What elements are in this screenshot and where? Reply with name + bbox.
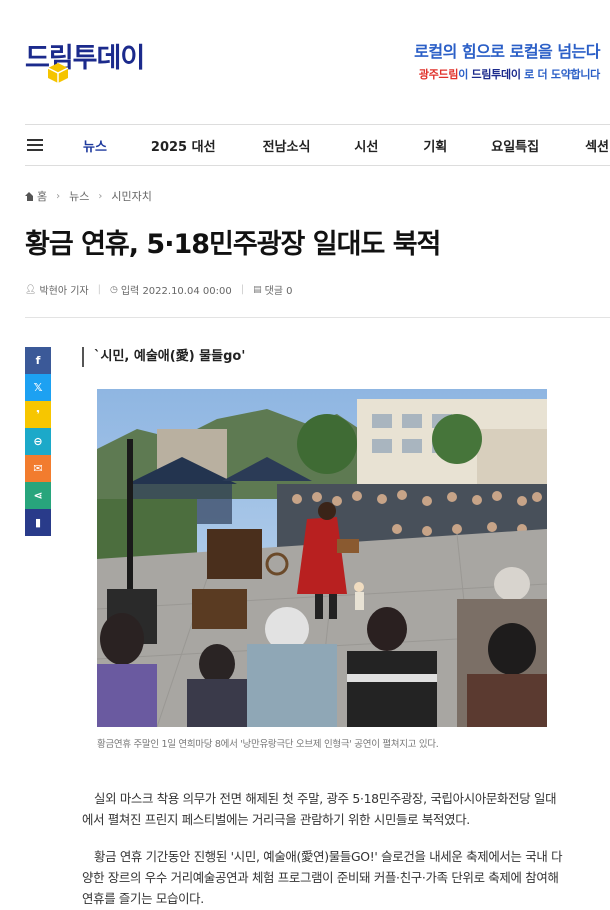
slogan-brand-new: 드림투데이	[471, 68, 521, 81]
article-paragraph: 실외 마스크 착용 의무가 전면 해제된 첫 주말, 광주 5·18민주광장, …	[82, 791, 557, 827]
slogan-tail: 로 더 도약합니다	[520, 68, 600, 81]
slogan-brand-old: 광주드림	[418, 68, 459, 81]
home-icon	[25, 191, 34, 201]
kakao-story-icon[interactable]: ❜	[25, 401, 51, 428]
article-comments[interactable]: 댓글 0	[265, 282, 293, 297]
street-performance-photo	[97, 389, 547, 727]
share-icon[interactable]: ⋖	[25, 482, 51, 509]
email-icon[interactable]: ✉	[25, 455, 51, 482]
photo-caption: 황금연휴 주말인 1일 연희마당 8에서 '낭만유랑극단 오브제 인형극' 공연…	[97, 739, 439, 750]
header-slogan: 로컬의 힘으로 로컬을 넘는다 광주드림이 드림투데이 로 더 도약합니다	[414, 38, 600, 82]
breadcrumb: 홈 › 뉴스 › 시민자치	[25, 188, 152, 204]
breadcrumb-home[interactable]: 홈	[37, 188, 47, 204]
breadcrumb-news[interactable]: 뉴스	[69, 188, 89, 204]
site-logo[interactable]: 드림투데이	[25, 36, 145, 83]
divider	[25, 317, 610, 318]
breadcrumb-civic[interactable]: 시민자치	[111, 188, 151, 204]
chevron-right-icon: ›	[56, 190, 61, 202]
nav-item-view[interactable]: 시선	[354, 136, 378, 155]
article-title: 황금 연휴, 5·18민주광장 일대도 북적	[25, 229, 441, 260]
nav-item-section[interactable]: 섹션	[585, 136, 609, 155]
meta-divider: |	[97, 284, 101, 295]
bookmark-icon[interactable]: ▮	[25, 509, 51, 536]
clock-icon: ◷	[110, 284, 118, 295]
slogan-line-1: 로컬의 힘으로 로컬을 넘는다	[414, 42, 600, 61]
nav-item-news[interactable]: 뉴스	[83, 136, 107, 155]
nav-item-jeonnam[interactable]: 전남소식	[263, 136, 311, 155]
nav-item-feature[interactable]: 기획	[423, 136, 447, 155]
meta-divider: |	[240, 284, 245, 295]
main-nav: 뉴스 2025 대선 전남소식 시선 기획 요일특집 섹션	[25, 124, 610, 166]
nav-item-election[interactable]: 2025 대선	[151, 136, 216, 155]
logo-text: 드림투데이	[25, 43, 145, 74]
menu-icon[interactable]	[27, 139, 43, 151]
article-paragraph: 황금 연휴 기간동안 진행된 '시민, 예술애(愛연)물들GO!' 슬로건을 내…	[82, 849, 563, 906]
logo-cube-icon	[47, 63, 69, 83]
comment-icon: ▤	[253, 284, 262, 295]
article-author[interactable]: 박현아 기자	[39, 282, 88, 297]
link-icon[interactable]: ⊖	[25, 428, 51, 455]
slogan-connector: 이	[458, 68, 472, 81]
article-subtitle: `시민, 예술애(愛) 물들go'	[82, 347, 245, 367]
article-meta: 👤︎ 박현아 기자 | ◷ 입력 2022.10.04 00:00 | ▤ 댓글…	[25, 282, 293, 297]
share-bar: f 𝕏 ❜ ⊖ ✉ ⋖ ▮	[25, 347, 51, 536]
x-twitter-icon[interactable]: 𝕏	[25, 374, 51, 401]
user-icon: 👤︎	[25, 284, 37, 295]
facebook-icon[interactable]: f	[25, 347, 51, 374]
article-photo[interactable]	[97, 389, 547, 727]
article-date: 입력 2022.10.04 00:00	[120, 286, 232, 297]
nav-item-weekday-special[interactable]: 요일특집	[491, 136, 539, 155]
chevron-right-icon: ›	[98, 190, 103, 202]
slogan-line-2: 광주드림이 드림투데이 로 더 도약합니다	[414, 66, 600, 82]
site-header: 드림투데이 로컬의 힘으로 로컬을 넘는다 광주드림이 드림투데이 로 더 도약…	[0, 0, 610, 110]
